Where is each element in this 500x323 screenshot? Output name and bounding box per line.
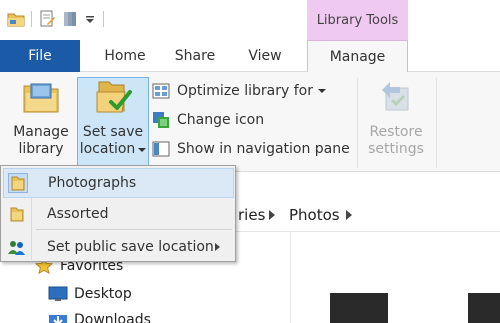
ribbon-tab-row: File Home Share View Manage	[0, 40, 500, 73]
pane-splitter[interactable]	[290, 232, 291, 323]
tab-file[interactable]: File	[0, 40, 80, 72]
title-bar: Library Tools	[0, 0, 500, 40]
folder-icon[interactable]	[6, 9, 26, 29]
breadcrumb-libraries[interactable]: ries	[238, 206, 265, 224]
manage-library-label-1: Manage	[13, 124, 69, 140]
menu-item-photographs[interactable]: Photographs	[3, 168, 234, 198]
tab-view[interactable]: View	[230, 40, 300, 72]
set-save-location-label-1: Set save	[82, 124, 144, 140]
menu-item-label: Photographs	[48, 175, 137, 191]
context-tab-header: Library Tools	[307, 0, 408, 40]
restore-icon	[378, 80, 414, 118]
nav-item-downloads[interactable]: Downloads	[48, 312, 151, 323]
breadcrumb-separator-icon	[268, 206, 276, 224]
nav-item-desktop[interactable]: Desktop	[48, 286, 132, 302]
tab-manage[interactable]: Manage	[307, 40, 408, 73]
optimize-library-for-button[interactable]: Optimize library for	[152, 81, 326, 101]
set-save-location-text: location	[79, 141, 136, 157]
properties-icon[interactable]	[37, 9, 57, 29]
ribbon: Manage library Set save location Optimiz…	[0, 72, 500, 172]
manage-library-label-2: library	[18, 141, 64, 157]
folder-check-icon	[93, 80, 133, 120]
change-icon-icon	[152, 112, 170, 128]
optimize-library-for-label: Optimize library for	[177, 83, 313, 99]
restore-settings-label-1: Restore	[369, 124, 423, 140]
photo-thumbnail[interactable]	[468, 293, 500, 323]
photo-thumbnail[interactable]	[330, 293, 388, 323]
nav-item-label: Desktop	[74, 286, 132, 302]
breadcrumb-photos[interactable]: Photos	[289, 206, 340, 224]
chevron-down-icon	[317, 89, 326, 93]
set-save-location-label-2: location	[80, 141, 147, 158]
chevron-right-icon	[215, 243, 220, 251]
change-icon-button[interactable]: Change icon	[152, 110, 264, 130]
change-icon-label: Change icon	[177, 112, 265, 128]
restore-settings-label-2: settings	[368, 141, 424, 157]
folder-icon	[7, 204, 27, 224]
menu-item-assorted[interactable]: Assorted	[3, 199, 234, 229]
manage-library-button[interactable]: Manage library	[8, 78, 74, 166]
tab-share[interactable]: Share	[160, 40, 230, 72]
set-save-location-menu: Photographs Assorted Set public save loc…	[0, 165, 236, 262]
ribbon-group-separator	[357, 78, 358, 168]
set-save-location-button[interactable]: Set save location	[77, 77, 149, 169]
breadcrumb-separator-icon[interactable]	[345, 206, 353, 224]
customize-qat-icon[interactable]	[82, 9, 98, 29]
desktop-icon	[48, 286, 68, 302]
nav-item-label: Downloads	[74, 312, 151, 323]
qat-separator	[103, 11, 104, 27]
restore-settings-button[interactable]: Restore settings	[362, 78, 430, 166]
tab-home[interactable]: Home	[90, 40, 160, 72]
navigation-pane-icon	[152, 141, 170, 157]
show-in-navigation-pane-button[interactable]: Show in navigation pane	[152, 139, 350, 159]
menu-item-label: Set public save location	[47, 239, 214, 255]
optimize-icon	[152, 83, 170, 99]
folder-icon	[8, 173, 28, 193]
downloads-icon	[48, 312, 68, 323]
new-folder-icon[interactable]	[60, 9, 80, 29]
menu-item-set-public-save-location[interactable]: Set public save location	[3, 232, 234, 262]
show-in-navigation-pane-label: Show in navigation pane	[177, 141, 350, 157]
library-icon	[22, 80, 60, 118]
ribbon-group-separator	[436, 78, 437, 168]
chevron-down-icon	[138, 147, 147, 152]
menu-item-label: Assorted	[47, 206, 109, 222]
menu-separator	[36, 229, 232, 230]
public-folder-icon	[7, 237, 27, 257]
qat-separator	[31, 11, 32, 27]
